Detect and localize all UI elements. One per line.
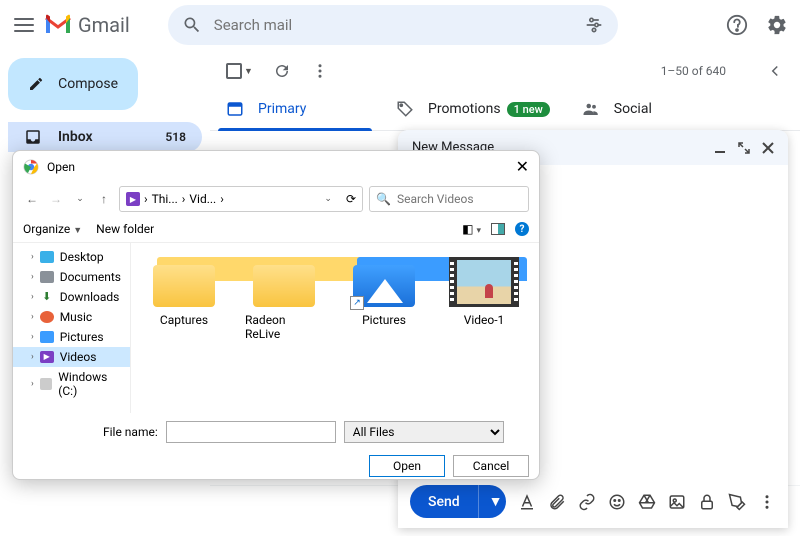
search-options-icon[interactable] xyxy=(584,15,604,35)
search-icon xyxy=(182,15,202,35)
folder-pictures-shortcut[interactable]: ↗Pictures xyxy=(345,257,423,327)
inbox-count: 518 xyxy=(165,130,186,144)
settings-icon[interactable] xyxy=(766,14,788,36)
chrome-icon xyxy=(23,159,39,175)
file-filter-select[interactable]: All Files xyxy=(344,421,504,443)
tab-primary[interactable]: Primary xyxy=(210,88,380,130)
nav-back-icon[interactable]: ← xyxy=(23,192,41,206)
close-dialog-icon[interactable]: ✕ xyxy=(516,157,529,176)
sidebar-item-videos[interactable]: ›▶Videos xyxy=(13,347,130,367)
drive-icon[interactable] xyxy=(638,493,656,511)
tag-icon xyxy=(396,100,414,118)
filename-row: File name: All Files xyxy=(13,413,539,451)
folder-captures[interactable]: Captures xyxy=(145,257,223,327)
file-video-1[interactable]: Video-1 xyxy=(445,257,523,327)
path-history-icon[interactable]: ⌄ xyxy=(324,194,332,204)
send-button[interactable]: Send ▼ xyxy=(410,485,506,518)
close-compose-icon[interactable] xyxy=(762,142,774,154)
confidential-icon[interactable] xyxy=(698,493,716,511)
menu-icon[interactable] xyxy=(12,13,36,37)
image-icon[interactable] xyxy=(668,493,686,511)
help-dialog-icon[interactable]: ? xyxy=(515,222,529,236)
folder-radeon-relive[interactable]: Radeon ReLive xyxy=(245,257,323,341)
open-button[interactable]: Open xyxy=(369,455,445,477)
nav-recent-icon[interactable]: ⌄ xyxy=(71,194,89,204)
more-compose-icon[interactable] xyxy=(758,493,776,511)
refresh-icon[interactable] xyxy=(273,62,291,80)
search-icon: 🔍 xyxy=(376,192,391,206)
tab-promotions-label: Promotions xyxy=(428,101,501,117)
inbox-icon xyxy=(24,128,42,146)
send-label: Send xyxy=(410,486,478,518)
nav-forward-icon[interactable]: → xyxy=(47,192,65,206)
cancel-button[interactable]: Cancel xyxy=(453,455,529,477)
signature-icon[interactable] xyxy=(728,493,746,511)
shortcut-icon: ↗ xyxy=(350,296,364,310)
minimize-icon[interactable] xyxy=(714,142,726,154)
file-grid: Captures Radeon ReLive ↗Pictures Video-1 xyxy=(131,243,539,413)
dialog-search-input[interactable] xyxy=(397,192,522,206)
sidebar-item-inbox[interactable]: Inbox 518 xyxy=(8,122,202,152)
preview-pane-icon[interactable] xyxy=(491,223,505,235)
file-open-dialog: Open ✕ ← → ⌄ ↑ ▶ ›Thi... ›Vid... › ⌄ ⟳ 🔍… xyxy=(12,150,540,480)
dialog-titlebar[interactable]: Open ✕ xyxy=(13,151,539,182)
gmail-logo[interactable]: Gmail xyxy=(44,13,130,37)
nav-up-icon[interactable]: ↑ xyxy=(95,192,113,206)
dialog-title: Open xyxy=(47,160,75,174)
filename-input[interactable] xyxy=(166,421,336,443)
more-icon[interactable] xyxy=(311,62,329,80)
inbox-label: Inbox xyxy=(58,129,93,145)
format-icon[interactable] xyxy=(518,493,536,511)
dialog-nav: ← → ⌄ ↑ ▶ ›Thi... ›Vid... › ⌄ ⟳ 🔍 xyxy=(13,182,539,216)
primary-tab-icon xyxy=(226,100,244,118)
tab-promotions[interactable]: Promotions 1 new xyxy=(380,88,566,130)
videos-folder-icon: ▶ xyxy=(126,192,140,206)
filename-label: File name: xyxy=(103,425,158,439)
dialog-toolbar: Organize ▼ New folder ◧ ▾ ? xyxy=(13,216,539,243)
tab-social[interactable]: Social xyxy=(566,88,736,130)
new-folder-button[interactable]: New folder xyxy=(96,222,154,236)
category-tabs: Primary Promotions 1 new Social xyxy=(210,88,800,131)
select-all-checkbox[interactable]: ▼ xyxy=(226,63,253,79)
promotions-badge: 1 new xyxy=(507,102,550,117)
dialog-buttons: Open Cancel xyxy=(13,451,539,487)
breadcrumb[interactable]: ▶ ›Thi... ›Vid... › ⌄ ⟳ xyxy=(119,186,363,212)
prev-page-icon[interactable] xyxy=(766,62,784,80)
sidebar-item-documents[interactable]: ›Documents xyxy=(13,267,130,287)
tab-primary-label: Primary xyxy=(258,101,306,117)
search-bar[interactable] xyxy=(168,5,618,45)
people-icon xyxy=(582,100,600,118)
send-more-icon[interactable]: ▼ xyxy=(478,485,506,518)
view-mode-icon[interactable]: ◧ ▾ xyxy=(462,222,481,236)
sidebar-item-pictures[interactable]: ›Pictures xyxy=(13,327,130,347)
pencil-icon xyxy=(28,74,44,94)
app-header: Gmail xyxy=(0,0,800,50)
sidebar-item-downloads[interactable]: ›⬇Downloads xyxy=(13,287,130,307)
emoji-icon[interactable] xyxy=(608,493,626,511)
link-icon[interactable] xyxy=(578,493,596,511)
mail-toolbar: ▼ 1–50 of 640 xyxy=(210,62,800,88)
path-refresh-icon[interactable]: ⟳ xyxy=(346,192,356,206)
dialog-sidebar: ›Desktop ›Documents ›⬇Downloads ›Music ›… xyxy=(13,243,131,413)
path-segment[interactable]: Vid... xyxy=(189,192,216,206)
attach-icon[interactable] xyxy=(548,493,566,511)
dialog-search[interactable]: 🔍 xyxy=(369,186,529,212)
sidebar-item-desktop[interactable]: ›Desktop xyxy=(13,247,130,267)
sidebar-item-music[interactable]: ›Music xyxy=(13,307,130,327)
search-input[interactable] xyxy=(214,16,572,34)
sidebar-item-windows-c[interactable]: ›Windows (C:) xyxy=(13,367,130,401)
help-icon[interactable] xyxy=(726,14,748,36)
pagination-text: 1–50 of 640 xyxy=(661,64,726,78)
path-segment[interactable]: Thi... xyxy=(152,192,178,206)
compose-button[interactable]: Compose xyxy=(8,58,138,110)
compose-label: Compose xyxy=(58,76,118,92)
expand-icon[interactable] xyxy=(738,142,750,154)
app-name: Gmail xyxy=(78,13,130,37)
tab-social-label: Social xyxy=(614,101,652,117)
organize-menu[interactable]: Organize ▼ xyxy=(23,222,82,236)
